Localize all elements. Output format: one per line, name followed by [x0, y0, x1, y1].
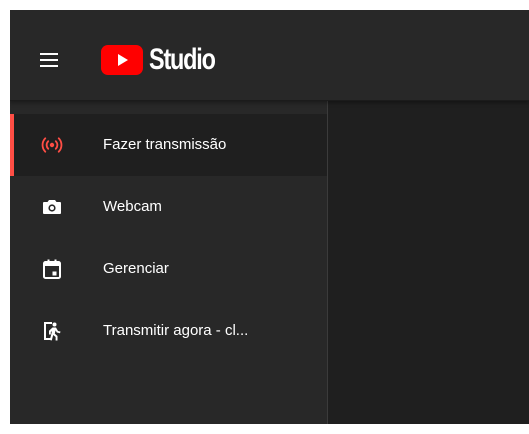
top-bar: Studio	[10, 10, 529, 100]
exit-run-icon	[40, 319, 64, 343]
sidebar-item-transmitir-agora[interactable]: Transmitir agora - cl...	[10, 300, 327, 362]
camera-icon	[40, 195, 64, 219]
sidebar-item-label: Fazer transmissão	[103, 136, 227, 153]
youtube-play-icon	[101, 45, 143, 75]
sidebar-item-label: Gerenciar	[103, 260, 169, 277]
live-broadcast-icon	[40, 133, 64, 157]
logo-text: Studio	[149, 43, 216, 76]
sidebar-item-webcam[interactable]: Webcam	[10, 176, 327, 238]
sidebar: Fazer transmissão Webcam Gerenciar Trans…	[10, 100, 328, 424]
sidebar-item-label: Webcam	[103, 198, 162, 215]
studio-window: Studio Fazer transmissão Webcam Gerencia…	[10, 10, 529, 424]
youtube-studio-logo[interactable]: Studio	[101, 43, 233, 77]
sidebar-item-label: Transmitir agora - cl...	[103, 322, 249, 339]
hamburger-menu-icon[interactable]	[40, 53, 58, 67]
sidebar-item-fazer-transmissao[interactable]: Fazer transmissão	[10, 114, 327, 176]
sidebar-item-gerenciar[interactable]: Gerenciar	[10, 238, 327, 300]
main-content-area	[328, 100, 529, 424]
calendar-icon	[40, 257, 64, 281]
